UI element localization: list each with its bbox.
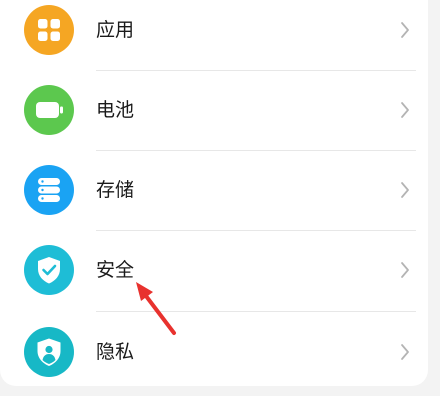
settings-item-apps[interactable]: 应用 (0, 0, 428, 70)
settings-item-privacy[interactable]: 隐私 (0, 312, 428, 392)
chevron-right-icon (401, 22, 409, 38)
shield-check-icon (24, 245, 74, 295)
settings-list: 应用 电池 存储 安全 隐私 (0, 0, 428, 386)
privacy-shield-icon (24, 327, 74, 377)
settings-item-label: 电池 (96, 99, 135, 121)
settings-item-label: 隐私 (96, 341, 135, 363)
chevron-right-icon (401, 182, 409, 198)
settings-item-label: 安全 (96, 259, 135, 281)
red-arrow-icon (136, 282, 176, 335)
settings-item-security[interactable]: 安全 (0, 230, 428, 310)
battery-icon (24, 85, 74, 135)
chevron-right-icon (401, 344, 409, 360)
settings-item-label: 存储 (96, 179, 135, 201)
storage-icon (24, 165, 74, 215)
settings-item-storage[interactable]: 存储 (0, 150, 428, 230)
settings-item-label: 应用 (96, 19, 135, 41)
chevron-right-icon (401, 102, 409, 118)
settings-item-battery[interactable]: 电池 (0, 70, 428, 150)
chevron-right-icon (401, 262, 409, 278)
apps-grid-icon (24, 5, 74, 55)
